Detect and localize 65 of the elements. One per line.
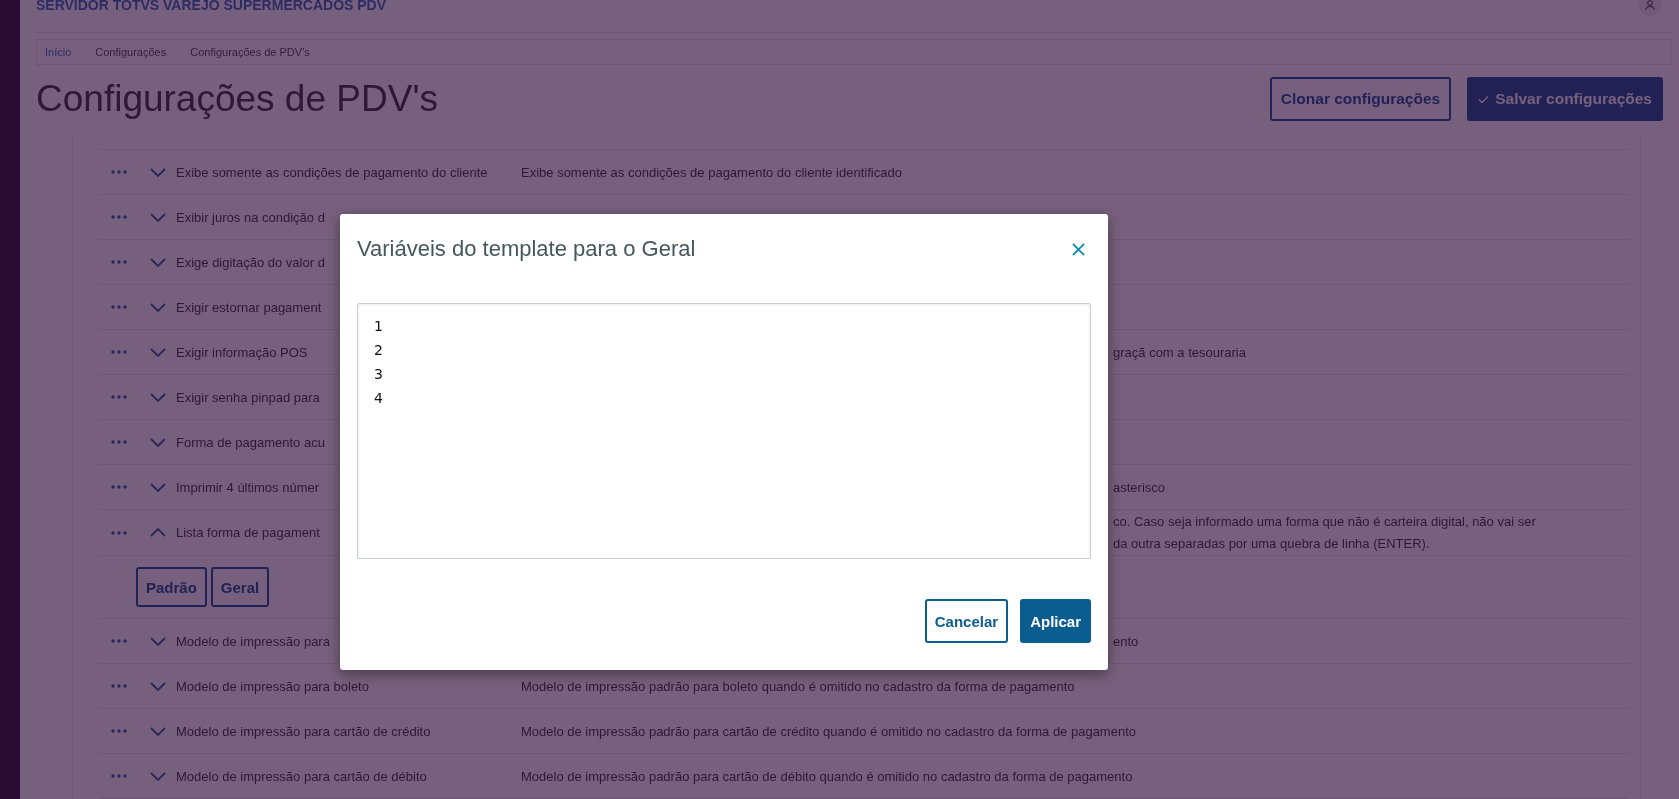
setting-name: Forma de pagamento acu xyxy=(176,434,325,450)
cancel-button[interactable]: Cancelar xyxy=(924,599,1009,643)
chevron-down-icon[interactable] xyxy=(150,771,166,781)
clone-button[interactable]: Clonar configurações xyxy=(1269,77,1452,122)
setting-name: Lista forma de pagament xyxy=(176,525,320,540)
setting-name: Exibir juros na condição d xyxy=(176,209,325,225)
template-button[interactable]: Padrão xyxy=(136,567,207,607)
more-icon[interactable] xyxy=(111,395,127,399)
setting-name: Exigir estornar pagament xyxy=(176,299,322,315)
template-textarea[interactable]: 1 2 3 4 xyxy=(357,303,1091,559)
chevron-down-icon[interactable] xyxy=(150,392,166,402)
chevron-down-icon[interactable] xyxy=(150,681,166,691)
setting-description: Modelo de impressão padrão para cartão de crédito quando é omitido no cadastro da forma de pagamento xyxy=(521,723,1136,739)
page-title: Configurações de PDV's xyxy=(36,78,438,121)
more-icon[interactable] xyxy=(111,440,127,444)
breadcrumb-item: Configurações de PDV's xyxy=(190,46,310,59)
more-icon[interactable] xyxy=(111,350,127,354)
setting-description: graçã com a tesouraria xyxy=(1113,344,1246,360)
more-icon[interactable] xyxy=(111,530,127,535)
more-icon[interactable] xyxy=(111,260,127,264)
save-button[interactable]: Salvar configurações xyxy=(1467,77,1663,122)
breadcrumb-item: Configurações xyxy=(95,46,167,59)
user-icon xyxy=(1644,0,1656,12)
modal-title: Variáveis do template para o Geral xyxy=(357,236,696,262)
user-avatar[interactable] xyxy=(1639,0,1661,17)
more-icon[interactable] xyxy=(111,729,127,733)
chevron-down-icon[interactable] xyxy=(150,167,166,177)
breadcrumb-link[interactable]: Início xyxy=(45,46,72,59)
more-icon[interactable] xyxy=(111,774,127,778)
more-icon[interactable] xyxy=(111,305,127,309)
template-button[interactable]: Geral xyxy=(210,567,270,607)
chevron-down-icon[interactable] xyxy=(150,437,166,447)
chevron-down-icon[interactable] xyxy=(150,212,166,222)
setting-name: Modelo de impressão para boleto xyxy=(176,678,369,694)
setting-description: asterisco xyxy=(1113,479,1166,495)
setting-description: co. Caso seja informado uma forma que não é carteira digital, não vai ser xyxy=(1113,514,1536,529)
more-icon[interactable] xyxy=(111,485,127,489)
setting-name: Exibe somente as condições de pagamento do cliente xyxy=(176,164,488,180)
check-icon xyxy=(1478,94,1490,104)
setting-description: da outra separadas por uma quebra de linha (ENTER). xyxy=(1113,536,1431,551)
setting-name: Modelo de impressão para cartão de débito xyxy=(176,768,427,784)
apply-button[interactable]: Aplicar xyxy=(1020,599,1091,643)
more-icon[interactable] xyxy=(111,639,127,643)
more-icon[interactable] xyxy=(111,170,127,174)
setting-description: Modelo de impressão padrão para cartão de débito quando é omitido no cadastro da forma de pagamento xyxy=(521,768,1133,784)
chevron-up-icon[interactable] xyxy=(150,528,166,537)
close-icon[interactable] xyxy=(1072,242,1085,256)
setting-name: Imprimir 4 últimos númer xyxy=(176,479,320,495)
setting-description: Exibe somente as condições de pagamento do cliente identificado xyxy=(521,164,902,180)
setting-name: Modelo de impressão para xyxy=(176,633,330,649)
chevron-down-icon[interactable] xyxy=(150,726,166,736)
setting-description: ento xyxy=(1113,633,1139,649)
more-icon[interactable] xyxy=(111,684,127,688)
setting-name: Exige digitação do valor d xyxy=(176,254,325,270)
more-icon[interactable] xyxy=(111,215,127,219)
chevron-down-icon[interactable] xyxy=(150,257,166,267)
setting-description: Modelo de impressão padrão para boleto quando é omitido no cadastro da forma de pagamento xyxy=(521,678,1075,694)
setting-name: Exigir informação POS xyxy=(176,344,308,360)
chevron-down-icon[interactable] xyxy=(150,347,166,357)
app-title: SERVIDOR TOTVS VAREJO SUPERMERCADOS PDV xyxy=(36,0,387,14)
setting-name: Modelo de impressão para cartão de crédito xyxy=(176,723,431,739)
setting-name: Exigir senha pinpad para xyxy=(176,389,320,405)
chevron-down-icon[interactable] xyxy=(150,636,166,646)
chevron-down-icon[interactable] xyxy=(150,302,166,312)
chevron-down-icon[interactable] xyxy=(150,482,166,492)
